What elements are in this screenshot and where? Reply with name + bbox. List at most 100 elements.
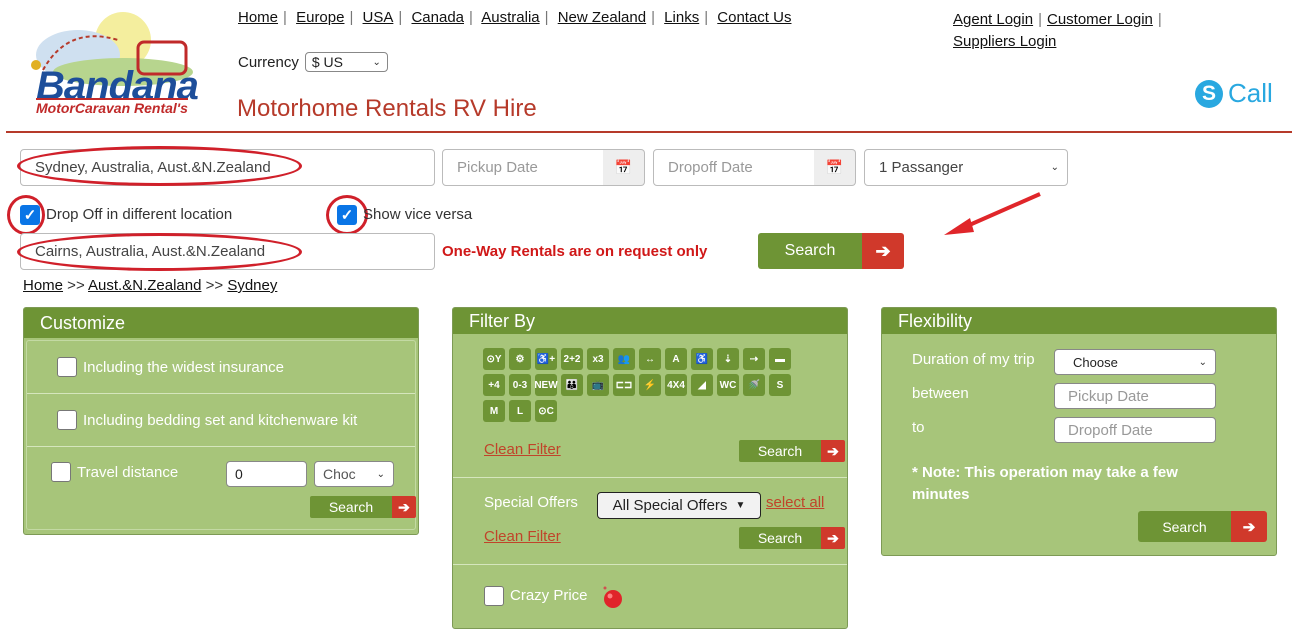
separator: | bbox=[651, 9, 655, 26]
pickup-date-input[interactable]: Pickup Date bbox=[442, 149, 604, 186]
annotation-circle bbox=[7, 195, 45, 235]
currency-value: $ US bbox=[311, 54, 343, 70]
skype-call-label: Call bbox=[1228, 78, 1273, 108]
main-search-button[interactable]: Search ➔ bbox=[758, 233, 904, 269]
cd-c-icon[interactable]: ⊙C bbox=[535, 400, 557, 422]
rv-large-icon[interactable]: L bbox=[509, 400, 531, 422]
agent-login-link[interactable]: Agent Login bbox=[953, 11, 1033, 28]
skype-call-button[interactable]: S Call bbox=[1195, 78, 1273, 109]
gear-icon[interactable]: ⚙ bbox=[509, 348, 531, 370]
currency-select[interactable]: $ US ⌄ bbox=[304, 52, 388, 72]
flex-pickup-date-input[interactable]: Pickup Date bbox=[1054, 383, 1216, 409]
bedding-checkbox[interactable] bbox=[57, 410, 77, 430]
rv-medium-icon[interactable]: M bbox=[483, 400, 505, 422]
group-plus-icon[interactable]: 👥 bbox=[613, 348, 635, 370]
flex-dropoff-date-input[interactable]: Dropoff Date bbox=[1054, 417, 1216, 443]
duration-value: Choose bbox=[1073, 354, 1118, 370]
dropoff-date-input[interactable]: Dropoff Date bbox=[653, 149, 815, 186]
dropoff-different-label: Drop Off in different location bbox=[46, 206, 233, 223]
rv-down-icon[interactable]: ⇣ bbox=[717, 348, 739, 370]
flexibility-note: * Note: This operation may take a few mi… bbox=[912, 464, 1178, 503]
nav-canada[interactable]: Canada bbox=[411, 9, 464, 26]
nav-europe[interactable]: Europe bbox=[296, 9, 344, 26]
electric-icon[interactable]: ⚡ bbox=[639, 374, 661, 396]
travel-distance-value: 0 bbox=[235, 466, 243, 482]
search-label: Search bbox=[758, 233, 862, 269]
van-icon[interactable]: ▬ bbox=[769, 348, 791, 370]
chevron-down-icon: ⌄ bbox=[376, 468, 385, 480]
clean-filter-offers-link[interactable]: Clean Filter bbox=[484, 528, 561, 545]
nav-home[interactable]: Home bbox=[238, 9, 278, 26]
breadcrumb-region[interactable]: Aust.&N.Zealand bbox=[88, 277, 201, 294]
breadcrumb-city[interactable]: Sydney bbox=[227, 277, 277, 294]
special-offers-dropdown[interactable]: All Special Offers ▼ bbox=[597, 492, 761, 519]
annotation-ellipse bbox=[17, 146, 302, 186]
header-divider bbox=[6, 131, 1292, 133]
crazy-price-checkbox[interactable] bbox=[484, 586, 504, 606]
flex-dropoff-placeholder: Dropoff Date bbox=[1068, 421, 1153, 439]
pickup-calendar-button[interactable]: 📅 bbox=[603, 149, 645, 186]
calendar-icon: 📅 bbox=[614, 159, 633, 175]
bandana-logo[interactable]: Bandana MotorCaravan Rental's bbox=[28, 10, 199, 120]
special-offers-label: Special Offers bbox=[484, 494, 578, 511]
four-by-four-icon[interactable]: 4X4 bbox=[665, 374, 687, 396]
chevron-down-icon: ⌄ bbox=[1198, 356, 1207, 368]
separator: | bbox=[544, 9, 549, 26]
rv-right-icon[interactable]: ⇢ bbox=[743, 348, 765, 370]
wc-icon[interactable]: WC bbox=[717, 374, 739, 396]
distance-unit-select[interactable]: Choc ⌄ bbox=[314, 461, 394, 487]
select-all-link[interactable]: select all bbox=[766, 494, 824, 511]
search-label: Search bbox=[739, 440, 821, 462]
nav-australia[interactable]: Australia bbox=[481, 9, 539, 26]
offers-search-button[interactable]: Search ➔ bbox=[739, 527, 845, 549]
customize-search-button[interactable]: Search ➔ bbox=[310, 496, 416, 518]
passengers-select[interactable]: 1 Passanger ⌄ bbox=[864, 149, 1068, 186]
dropoff-calendar-button[interactable]: 📅 bbox=[814, 149, 856, 186]
rv-plus4-icon[interactable]: +4 bbox=[483, 374, 505, 396]
caravan-icon[interactable]: ◢ bbox=[691, 374, 713, 396]
filter-title: Filter By bbox=[453, 308, 847, 334]
insurance-checkbox[interactable] bbox=[57, 357, 77, 377]
nav-new-zealand[interactable]: New Zealand bbox=[558, 9, 646, 26]
travel-distance-label: Travel distance bbox=[77, 464, 179, 481]
suppliers-login-link[interactable]: Suppliers Login bbox=[953, 33, 1056, 50]
auto-key-icon[interactable]: A bbox=[665, 348, 687, 370]
customize-title: Customize bbox=[24, 308, 418, 338]
two-plus-two-icon[interactable]: 2+2 bbox=[561, 348, 583, 370]
travel-distance-checkbox[interactable] bbox=[51, 462, 71, 482]
one-way-warning: One-Way Rentals are on request only bbox=[442, 243, 708, 260]
wheelchair-icon[interactable]: ♿ bbox=[691, 348, 713, 370]
person-plus-icon[interactable]: ♿+ bbox=[535, 348, 557, 370]
filter-search-button[interactable]: Search ➔ bbox=[739, 440, 845, 462]
chevron-down-icon: ⌄ bbox=[1050, 162, 1059, 173]
clean-filter-link[interactable]: Clean Filter bbox=[484, 441, 561, 458]
rv-0-3-icon[interactable]: 0-3 bbox=[509, 374, 531, 396]
family-icon[interactable]: 👪 bbox=[561, 374, 583, 396]
customer-login-link[interactable]: Customer Login bbox=[1047, 11, 1153, 28]
customize-panel: Customize Including the widest insurance… bbox=[23, 307, 419, 535]
width-icon[interactable]: ↔ bbox=[639, 348, 661, 370]
dropoff-date-placeholder: Dropoff Date bbox=[668, 159, 753, 176]
nav-contact-us[interactable]: Contact Us bbox=[717, 9, 791, 26]
currency-selector: Currency $ US ⌄ bbox=[238, 52, 388, 72]
nav-usa[interactable]: USA bbox=[363, 9, 394, 26]
calendar-icon: 📅 bbox=[825, 159, 844, 175]
breadcrumb-home[interactable]: Home bbox=[23, 277, 63, 294]
duration-select[interactable]: Choose ⌄ bbox=[1054, 349, 1216, 375]
top-navigation: Home | Europe | USA | Canada | Australia | Ne… bbox=[238, 9, 791, 26]
shower-icon[interactable]: 🚿 bbox=[743, 374, 765, 396]
flexibility-search-button[interactable]: Search ➔ bbox=[1138, 511, 1267, 542]
rv-small-icon[interactable]: S bbox=[769, 374, 791, 396]
travel-distance-input[interactable]: 0 bbox=[226, 461, 307, 487]
cd-y-icon[interactable]: ⊙Y bbox=[483, 348, 505, 370]
times-three-icon[interactable]: x3 bbox=[587, 348, 609, 370]
tv-icon[interactable]: 📺 bbox=[587, 374, 609, 396]
bunk-bed-icon[interactable]: ⊏⊐ bbox=[613, 374, 635, 396]
separator: | bbox=[1157, 11, 1162, 28]
chevron-down-icon: ⌄ bbox=[372, 56, 381, 68]
rv-new-icon[interactable]: NEW bbox=[534, 374, 558, 396]
special-offers-value: All Special Offers bbox=[612, 497, 728, 514]
currency-label: Currency bbox=[238, 53, 299, 71]
nav-links[interactable]: Links bbox=[664, 9, 699, 26]
insurance-label: Including the widest insurance bbox=[83, 359, 284, 376]
